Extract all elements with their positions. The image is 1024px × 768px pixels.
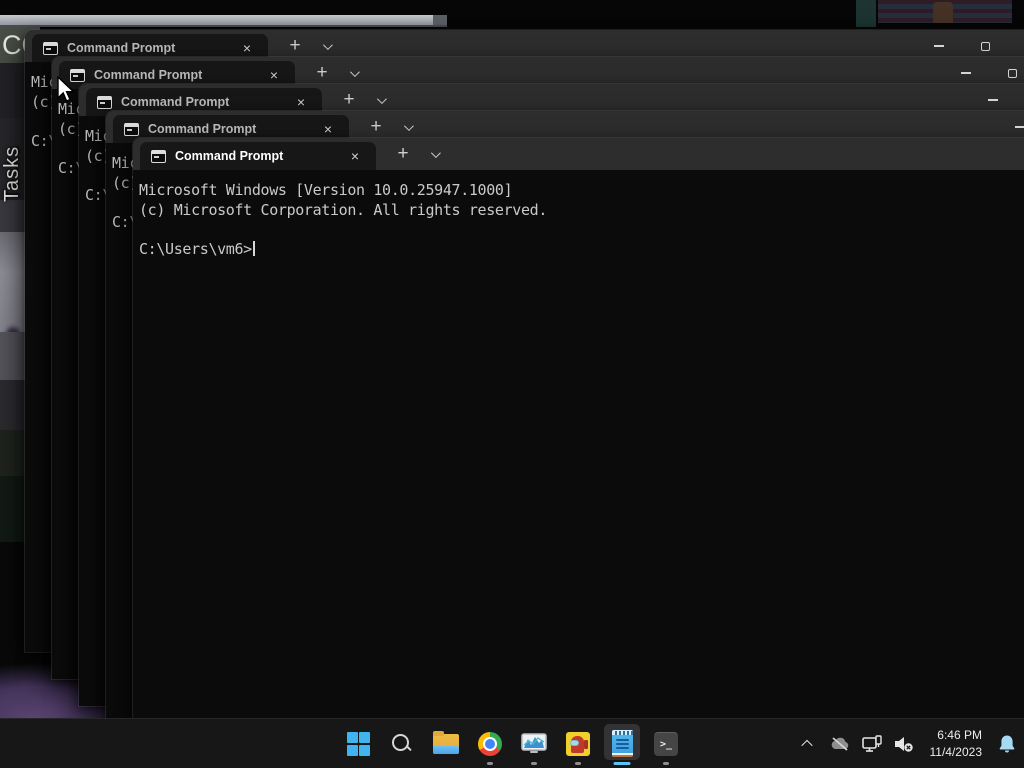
notification-bell-icon xyxy=(999,735,1015,752)
tray-overflow-button[interactable] xyxy=(790,719,824,768)
background-teal-shape xyxy=(856,0,876,27)
crewmate-icon xyxy=(566,731,590,756)
onedrive-offline-icon xyxy=(831,736,848,751)
windows-logo-icon xyxy=(346,732,370,756)
tray-time: 6:46 PM xyxy=(937,728,982,742)
terminal-line-copyright: (c) Microsoft Corporation. All rights re… xyxy=(139,200,547,219)
taskbar: >_ 6:46 PM 11/4/2023 xyxy=(0,718,1024,768)
tab-dropdown-button[interactable] xyxy=(394,113,420,141)
new-tab-button[interactable]: + xyxy=(389,140,417,168)
notepad-icon xyxy=(611,730,633,757)
terminal-titlebar[interactable]: Command Prompt × + × xyxy=(133,138,1024,170)
tab-dropdown-button[interactable] xyxy=(421,140,447,168)
command-prompt-icon: >_ xyxy=(654,731,678,756)
new-tab-button[interactable]: + xyxy=(362,113,390,141)
terminal-line-version: Microsoft Windows [Version 10.0.25947.10… xyxy=(139,181,513,199)
tab-dropdown-button[interactable] xyxy=(367,86,393,114)
background-window-edge xyxy=(0,15,447,27)
chevron-down-icon xyxy=(349,66,360,77)
tab-dropdown-button[interactable] xyxy=(340,59,366,87)
taskbar-search-button[interactable] xyxy=(380,719,424,768)
background-game-image xyxy=(878,0,1012,23)
folder-icon xyxy=(433,730,459,754)
chevron-down-icon xyxy=(376,93,387,104)
tab-command-prompt[interactable]: Command Prompt × xyxy=(140,142,376,170)
tab-title: Command Prompt xyxy=(94,68,203,82)
chevron-down-icon xyxy=(430,147,441,158)
taskbar-start-button[interactable] xyxy=(336,719,380,768)
mouse-cursor xyxy=(57,76,76,102)
taskbar-file-explorer[interactable] xyxy=(424,719,468,768)
chevron-down-icon xyxy=(322,39,333,50)
command-prompt-icon xyxy=(43,41,58,55)
volume-muted-icon xyxy=(894,736,913,752)
tray-network[interactable] xyxy=(856,719,888,768)
tray-notifications[interactable] xyxy=(990,719,1024,768)
new-tab-button[interactable]: + xyxy=(335,86,363,114)
desktop: CC Tasks Command Prompt × + (c) Command … xyxy=(0,0,1024,768)
ethernet-icon xyxy=(861,734,882,752)
command-prompt-icon xyxy=(151,149,166,163)
taskbar-notepad[interactable] xyxy=(600,719,644,768)
tab-title: Command Prompt xyxy=(67,41,176,55)
tray-clock[interactable]: 6:46 PM 11/4/2023 xyxy=(930,727,983,760)
taskbar-task-manager[interactable] xyxy=(512,719,556,768)
command-prompt-icon xyxy=(124,122,139,136)
taskbar-terminal[interactable]: >_ xyxy=(644,719,688,768)
terminal-window-5[interactable]: Command Prompt × + × Microsoft Windows [… xyxy=(132,137,1024,761)
chrome-icon xyxy=(478,731,502,756)
new-tab-button[interactable]: + xyxy=(308,59,336,87)
taskbar-chrome[interactable] xyxy=(468,719,512,768)
tab-title: Command Prompt xyxy=(148,122,257,136)
search-icon xyxy=(391,733,413,755)
tray-date: 11/4/2023 xyxy=(929,744,983,759)
tray-volume[interactable] xyxy=(888,719,920,768)
new-tab-button[interactable]: + xyxy=(281,32,309,60)
terminal-output[interactable]: Microsoft Windows [Version 10.0.25947.10… xyxy=(133,170,1024,760)
monitor-graph-icon xyxy=(521,732,547,753)
tray-onedrive[interactable] xyxy=(824,719,856,768)
command-prompt-icon xyxy=(97,95,112,109)
tab-title: Command Prompt xyxy=(175,149,284,163)
terminal-prompt: C:\Users\vm6> xyxy=(139,239,252,258)
tab-dropdown-button[interactable] xyxy=(313,32,339,60)
chevron-down-icon xyxy=(403,120,414,131)
chevron-up-icon xyxy=(800,739,813,751)
tab-close-icon[interactable]: × xyxy=(344,142,366,170)
terminal-prompt-line: C:\Users\vm6> xyxy=(139,240,1024,260)
text-cursor xyxy=(252,240,255,256)
taskbar-among-us[interactable] xyxy=(556,719,600,768)
tab-title: Command Prompt xyxy=(121,95,230,109)
background-game-figure xyxy=(933,2,953,23)
